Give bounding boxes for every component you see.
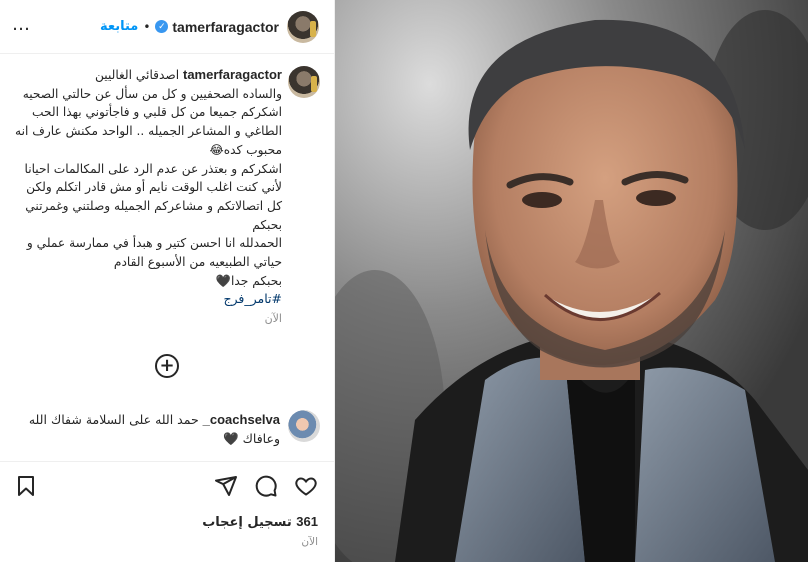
commenter-avatar[interactable] — [288, 410, 320, 442]
caption: tamerfaragactor اصدقائي الغاليين والساده… — [12, 66, 320, 325]
author-username[interactable]: tamerfaragactor — [172, 19, 279, 35]
follow-button[interactable]: متابعة — [100, 19, 138, 34]
portrait-photo-image — [335, 0, 808, 562]
caption-time[interactable]: الآن — [12, 312, 282, 325]
load-more-comments-icon[interactable]: + — [155, 354, 179, 378]
commenter-username[interactable]: coachselva_ — [203, 412, 280, 427]
caption-text: اصدقائي الغاليين والساده الصحفيين و كل م… — [15, 68, 282, 288]
heart-icon[interactable] — [294, 474, 318, 498]
author-avatar[interactable] — [287, 10, 319, 43]
comment-text-block: coachselva_ حمد الله على السلامة شفاك ال… — [12, 410, 280, 448]
bookmark-icon[interactable] — [14, 474, 38, 498]
caption-author-avatar[interactable] — [288, 66, 320, 98]
instagram-post: tamerfaragactor ✓ • متابعة … tamerfaraga… — [0, 0, 808, 562]
post-time[interactable]: الآن — [301, 536, 318, 548]
likes-count[interactable]: 361 تسجيل إعجاب — [202, 514, 318, 530]
more-options-icon[interactable]: … — [12, 14, 31, 35]
share-icon[interactable] — [214, 474, 238, 498]
comment-icon[interactable] — [254, 474, 278, 498]
separator-dot: • — [143, 19, 151, 34]
comment-item: coachselva_ حمد الله على السلامة شفاك ال… — [12, 410, 320, 448]
caption-text-block: tamerfaragactor اصدقائي الغاليين والساده… — [12, 66, 282, 290]
post-info-panel: tamerfaragactor ✓ • متابعة … tamerfaraga… — [0, 0, 335, 562]
caption-hashtag[interactable]: #تامر_فرج — [12, 290, 282, 308]
verified-badge-icon: ✓ — [155, 20, 169, 33]
likes-label: تسجيل إعجاب — [202, 515, 292, 530]
post-header: tamerfaragactor ✓ • متابعة … — [0, 0, 335, 54]
caption-username[interactable]: tamerfaragactor — [183, 67, 282, 82]
caption-body: tamerfaragactor اصدقائي الغاليين والساده… — [12, 66, 282, 325]
likes-number: 361 — [296, 514, 318, 529]
post-photo[interactable] — [335, 0, 808, 562]
action-bar — [0, 461, 335, 511]
